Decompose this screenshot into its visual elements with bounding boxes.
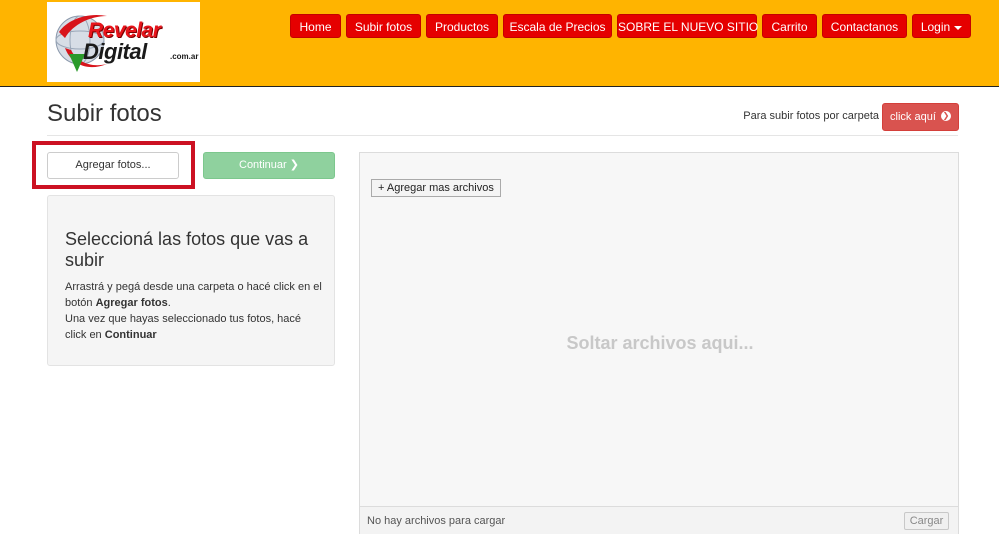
- nav-login-dropdown[interactable]: Login: [912, 14, 971, 38]
- nav-subir-fotos[interactable]: Subir fotos: [346, 14, 421, 38]
- nav-carrito[interactable]: Carrito: [762, 14, 817, 38]
- circle-arrow-right-icon: ❯: [940, 111, 951, 122]
- add-photos-button[interactable]: Agregar fotos...: [47, 152, 179, 179]
- nav-sobre-nuevo-sitio[interactable]: SOBRE EL NUEVO SITIO: [617, 14, 758, 38]
- drop-files-text: Soltar archivos aqui...: [566, 333, 754, 353]
- page-title: Subir fotos: [47, 100, 162, 127]
- upload-status-text: No hay archivos para cargar: [367, 515, 506, 527]
- instructions-body: Arrastrá y pegá desde una carpeta o hacé…: [65, 281, 322, 341]
- site-logo[interactable]: Revelar Digital .com.ar: [47, 2, 200, 82]
- nav-escala-precios[interactable]: Escala de Precios: [503, 14, 612, 38]
- logo-text-digital: Digital: [83, 39, 147, 64]
- chevron-right-icon: ❯: [289, 159, 299, 171]
- continue-button[interactable]: Continuar ❯: [203, 152, 335, 179]
- site-header: Revelar Digital .com.ar Home Subir fotos…: [0, 0, 999, 87]
- nav-contactanos[interactable]: Contactanos: [822, 14, 907, 38]
- caret-down-icon: [954, 25, 963, 30]
- folder-upload-button[interactable]: click aquí ❯: [882, 103, 959, 131]
- upload-button[interactable]: Cargar: [904, 512, 949, 530]
- nav-home[interactable]: Home: [290, 14, 341, 38]
- instructions-heading: Seleccioná las fotos que vas a subir: [65, 229, 309, 270]
- instructions-panel: Seleccioná las fotos que vas a subir Arr…: [47, 195, 335, 366]
- logo-text-suffix: .com.ar: [170, 52, 199, 61]
- title-divider: [47, 135, 958, 136]
- drop-zone-footer: No hay archivos para cargar Cargar: [360, 506, 958, 534]
- file-drop-zone[interactable]: + Agregar mas archivos Soltar archivos a…: [359, 152, 959, 534]
- folder-upload-text: Para subir fotos por carpeta: [743, 110, 879, 122]
- nav-productos[interactable]: Productos: [426, 14, 498, 38]
- add-more-files-button[interactable]: + Agregar mas archivos: [371, 179, 501, 197]
